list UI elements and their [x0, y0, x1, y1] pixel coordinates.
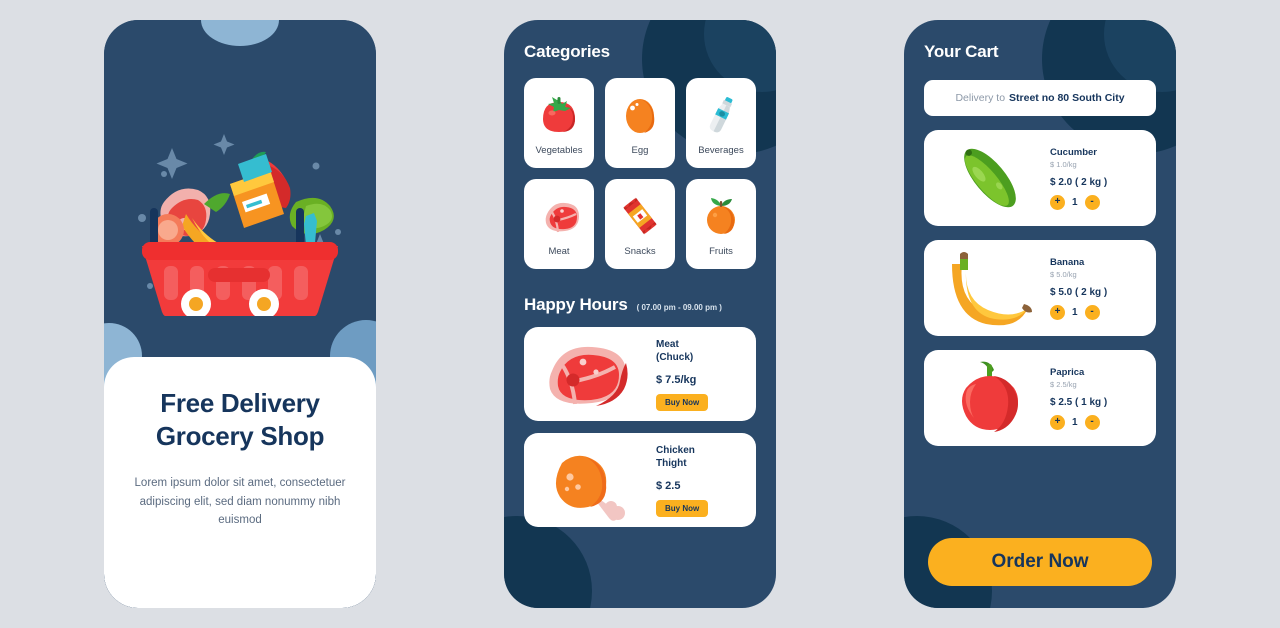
category-card-meat[interactable]: Meat [524, 179, 594, 269]
onboarding-description: Lorem ipsum dolor sit amet, consectetuer… [134, 476, 346, 527]
category-label: Meat [548, 245, 570, 257]
phone-onboarding-screen: Free Delivery Grocery Shop Lorem ipsum d… [104, 20, 376, 608]
offer-info: Chicken Thight $ 2.5 Buy Now [652, 444, 746, 517]
offer-name: Chicken Thight [656, 444, 695, 470]
cart-item-total: $ 2.0 ( 2 kg ) [1050, 176, 1108, 188]
cart-item-info: Paprica $ 2.5/kg $ 2.5 ( 1 kg ) + 1 - [1048, 367, 1148, 430]
quantity-stepper: + 1 - [1050, 194, 1148, 210]
category-card-fruits[interactable]: Fruits [686, 179, 756, 269]
cart-item-unit-price: $ 5.0/kg [1050, 269, 1077, 279]
quantity-value: 1 [1072, 196, 1078, 208]
quantity-value: 1 [1072, 416, 1078, 428]
cart-item-info: Banana $ 5.0/kg $ 5.0 ( 2 kg ) + 1 - [1048, 257, 1148, 320]
category-card-vegetables[interactable]: Vegetables [524, 78, 594, 168]
phone-categories-screen: Categories Vegetables Egg Beverages Meat… [504, 20, 776, 608]
buy-now-button[interactable]: Buy Now [656, 393, 709, 411]
phone-onboarding: Free Delivery Grocery Shop Lorem ipsum d… [104, 20, 376, 608]
water-bottle-icon [709, 96, 733, 132]
cart-item-banana[interactable]: Banana $ 5.0/kg $ 5.0 ( 2 kg ) + 1 - [924, 240, 1156, 336]
buy-now-button[interactable]: Buy Now [656, 499, 709, 517]
phone-categories: Categories Vegetables Egg Beverages Meat… [504, 20, 776, 608]
page-title: Free Delivery Grocery Shop [126, 387, 354, 454]
tomato-icon [543, 96, 575, 132]
cart-item-unit-price: $ 2.5/kg [1050, 379, 1077, 389]
cart-item-paprica[interactable]: Paprica $ 2.5/kg $ 2.5 ( 1 kg ) + 1 - [924, 350, 1156, 446]
meat-cut-icon [549, 346, 628, 406]
phone-cart: Your Cart Delivery to Street no 80 South… [904, 20, 1176, 608]
decrease-quantity-button[interactable]: - [1084, 304, 1100, 320]
happy-hours-title: Happy Hours [524, 295, 628, 314]
cucumber-icon [964, 148, 1016, 208]
decrease-quantity-button[interactable]: - [1084, 194, 1100, 210]
orange-icon [707, 197, 735, 234]
cart-screen-content: Your Cart Delivery to Street no 80 South… [904, 20, 1176, 608]
cart-item-total: $ 5.0 ( 2 kg ) [1050, 286, 1108, 298]
category-label: Fruits [709, 245, 733, 257]
category-card-egg[interactable]: Egg [605, 78, 675, 168]
meat-cut-icon [545, 202, 579, 232]
title-line-1: Free Delivery [160, 388, 320, 418]
quantity-stepper: + 1 - [1050, 414, 1148, 430]
cart-item-cucumber[interactable]: Cucumber $ 1.0/kg $ 2.0 ( 2 kg ) + 1 - [924, 130, 1156, 226]
categories-title: Categories [524, 42, 610, 61]
category-card-snacks[interactable]: Snacks [605, 179, 675, 269]
increase-quantity-button[interactable]: + [1050, 194, 1065, 210]
happy-hour-offer-meat[interactable]: Meat (Chuck) $ 7.5/kg Buy Now [524, 327, 756, 421]
category-card-beverages[interactable]: Beverages [686, 78, 756, 168]
cart-item-name: Paprica [1050, 366, 1085, 378]
offer-price: $ 2.5 [656, 479, 681, 492]
cart-item-info: Cucumber $ 1.0/kg $ 2.0 ( 2 kg ) + 1 - [1048, 147, 1148, 210]
increase-quantity-button[interactable]: + [1050, 304, 1065, 320]
cart-title: Your Cart [924, 42, 999, 61]
categories-screen-content: Categories Vegetables Egg Beverages Meat… [504, 20, 776, 608]
delivery-prefix-label: Delivery to [955, 92, 1006, 104]
delivery-address-value: Street no 80 South City [1009, 92, 1125, 104]
cart-item-unit-price: $ 1.0/kg [1050, 159, 1077, 169]
cart-item-total: $ 2.5 ( 1 kg ) [1050, 396, 1108, 408]
happy-hours-time-range: ( 07.00 pm - 09.00 pm ) [636, 303, 722, 312]
category-label: Egg [631, 144, 649, 156]
bell-pepper-icon [962, 361, 1018, 432]
banana-icon [952, 252, 1032, 326]
egg-icon [626, 98, 655, 133]
top-notch-decoration [201, 20, 279, 46]
increase-quantity-button[interactable]: + [1050, 414, 1065, 430]
cart-item-name: Banana [1050, 256, 1085, 268]
decrease-quantity-button[interactable]: - [1084, 414, 1100, 430]
title-line-2: Grocery Shop [155, 421, 325, 452]
happy-hour-offer-chicken[interactable]: Chicken Thight $ 2.5 Buy Now [524, 433, 756, 527]
offer-info: Meat (Chuck) $ 7.5/kg Buy Now [652, 338, 746, 411]
onboarding-content: Free Delivery Grocery Shop Lorem ipsum d… [104, 357, 376, 608]
snack-bar-icon [623, 197, 657, 234]
category-label: Vegetables [535, 144, 583, 156]
offer-price: $ 7.5/kg [656, 373, 697, 386]
screens-showcase: Free Delivery Grocery Shop Lorem ipsum d… [0, 0, 1280, 628]
category-label: Snacks [624, 245, 656, 257]
category-label: Beverages [698, 144, 744, 156]
quantity-stepper: + 1 - [1050, 304, 1148, 320]
phone-cart-screen: Your Cart Delivery to Street no 80 South… [904, 20, 1176, 608]
offer-name: Meat (Chuck) [656, 338, 694, 364]
category-grid: Vegetables Egg Beverages Meat Snacks Fru… [524, 78, 756, 269]
quantity-value: 1 [1072, 306, 1078, 318]
order-now-button[interactable]: Order Now [928, 538, 1152, 586]
cart-item-name: Cucumber [1050, 146, 1097, 158]
delivery-address-field[interactable]: Delivery to Street no 80 South City [924, 80, 1156, 116]
grocery-cart-illustration [138, 134, 341, 316]
happy-hours-header: Happy Hours ( 07.00 pm - 09.00 pm ) [524, 295, 756, 315]
chicken-drumstick-icon [555, 455, 625, 521]
